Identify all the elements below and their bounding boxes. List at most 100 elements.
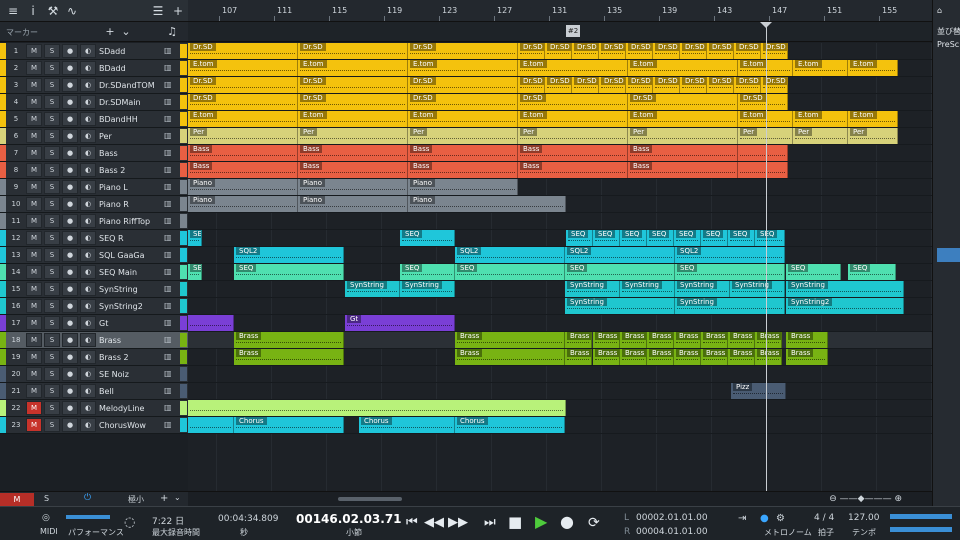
- clip[interactable]: SEQ: [455, 264, 565, 280]
- track-monitor-button[interactable]: ◐: [80, 265, 96, 279]
- clip[interactable]: Chorus: [455, 417, 565, 433]
- clip[interactable]: SynString: [620, 281, 675, 297]
- track-header[interactable]: 22 M S ● ◐ MelodyLine ▥: [0, 400, 188, 417]
- clip[interactable]: Per: [793, 128, 848, 144]
- clip[interactable]: E.tom: [188, 60, 298, 76]
- track-header[interactable]: 19 M S ● ◐ Brass 2 ▥: [0, 349, 188, 366]
- instrument-icon[interactable]: ▥: [164, 216, 172, 225]
- clip[interactable]: Dr.SD: [545, 77, 572, 93]
- automation-curve-icon[interactable]: ∿: [64, 3, 80, 19]
- track-lane[interactable]: [188, 315, 932, 332]
- clip[interactable]: SQL2: [455, 247, 565, 263]
- clip[interactable]: Dr.SD: [707, 43, 734, 59]
- clip[interactable]: SynString: [675, 281, 730, 297]
- clip[interactable]: E.tom: [518, 60, 628, 76]
- track-name[interactable]: MelodyLine: [99, 404, 144, 413]
- clip[interactable]: SEQ: [701, 230, 728, 246]
- instrument-icon[interactable]: ▥: [164, 182, 172, 191]
- clip[interactable]: Brass: [755, 349, 782, 365]
- instrument-icon[interactable]: ▥: [164, 80, 172, 89]
- clip[interactable]: SEQ: [400, 264, 455, 280]
- clip[interactable]: Brass: [674, 332, 701, 348]
- track-header[interactable]: 10 M S ● ◐ Piano R ▥: [0, 196, 188, 213]
- track-monitor-button[interactable]: ◐: [80, 163, 96, 177]
- clip[interactable]: E.tom: [298, 60, 408, 76]
- clip[interactable]: Brass: [728, 349, 755, 365]
- clip[interactable]: [738, 145, 788, 161]
- clip[interactable]: Brass: [786, 332, 828, 348]
- clip[interactable]: Brass: [786, 349, 828, 365]
- track-header[interactable]: 6 M S ● ◐ Per ▥: [0, 128, 188, 145]
- track-solo-button[interactable]: S: [44, 180, 60, 194]
- track-monitor-button[interactable]: ◐: [80, 282, 96, 296]
- track-solo-button[interactable]: S: [44, 78, 60, 92]
- clip[interactable]: [188, 315, 234, 331]
- track-solo-button[interactable]: S: [44, 265, 60, 279]
- clip[interactable]: E.tom: [518, 111, 628, 127]
- track-name[interactable]: Dr.SDMain: [99, 98, 141, 107]
- track-monitor-button[interactable]: ◐: [80, 231, 96, 245]
- clip[interactable]: Brass: [620, 349, 647, 365]
- instrument-icon[interactable]: ▥: [164, 250, 172, 259]
- horizontal-scrollbar[interactable]: ⊖ ——◆——— ⊕: [188, 491, 932, 506]
- clip[interactable]: SynString: [565, 298, 675, 314]
- track-mute-button[interactable]: M: [26, 418, 42, 432]
- clip[interactable]: Brass: [647, 349, 674, 365]
- track-record-button[interactable]: ●: [62, 384, 78, 398]
- clip[interactable]: SEQ: [674, 230, 701, 246]
- track-record-button[interactable]: ●: [62, 44, 78, 58]
- clip[interactable]: SQL2: [234, 247, 344, 263]
- clip[interactable]: SynString: [675, 298, 785, 314]
- clip[interactable]: E.tom: [188, 111, 298, 127]
- track-record-button[interactable]: ●: [62, 282, 78, 296]
- clip[interactable]: Pizz: [731, 383, 786, 399]
- track-lane[interactable]: [188, 213, 932, 230]
- track-solo-button[interactable]: S: [44, 61, 60, 75]
- clip[interactable]: Dr.SD: [298, 43, 408, 59]
- track-header[interactable]: 4 M S ● ◐ Dr.SDMain ▥: [0, 94, 188, 111]
- track-name[interactable]: Bass: [99, 149, 118, 158]
- note-icon[interactable]: ♫: [166, 25, 178, 39]
- track-monitor-button[interactable]: ◐: [80, 129, 96, 143]
- track-mute-button[interactable]: M: [26, 265, 42, 279]
- track-monitor-button[interactable]: ◐: [80, 401, 96, 415]
- track-name[interactable]: Piano RiffTop: [99, 217, 150, 226]
- return-to-zero-icon[interactable]: ⏮: [406, 515, 418, 530]
- clip[interactable]: Dr.SD: [626, 77, 653, 93]
- time-signature-value[interactable]: 4 / 4: [814, 513, 834, 523]
- power-icon[interactable]: ⏻: [84, 493, 91, 503]
- clip[interactable]: SEQ: [848, 264, 896, 280]
- clip[interactable]: Brass: [593, 349, 620, 365]
- track-record-button[interactable]: ●: [62, 95, 78, 109]
- track-header[interactable]: 1 M S ● ◐ SDadd ▥: [0, 43, 188, 60]
- preset-label[interactable]: PreSc: [937, 40, 959, 49]
- instrument-icon[interactable]: ▥: [164, 403, 172, 412]
- track-monitor-button[interactable]: ◐: [80, 418, 96, 432]
- track-monitor-button[interactable]: ◐: [80, 384, 96, 398]
- timeline-ruler[interactable]: 107 111 115 119 123 127 131 135 139 143 147 151 155: [188, 0, 932, 22]
- clip[interactable]: E.tom: [793, 111, 848, 127]
- zoom-slider[interactable]: ⊖ ——◆——— ⊕: [829, 494, 902, 504]
- track-header[interactable]: 20 M S ● ◐ SE Noiz ▥: [0, 366, 188, 383]
- track-monitor-button[interactable]: ◐: [80, 333, 96, 347]
- track-name[interactable]: Gt: [99, 319, 108, 328]
- track-solo-button[interactable]: S: [44, 163, 60, 177]
- instrument-icon[interactable]: ▥: [164, 46, 172, 55]
- home-icon[interactable]: ⌂: [937, 6, 942, 15]
- scrollbar-thumb[interactable]: [338, 497, 402, 501]
- clip[interactable]: Dr.SD: [518, 94, 628, 110]
- clip[interactable]: Dr.SD: [518, 77, 545, 93]
- clip[interactable]: E.tom: [408, 111, 518, 127]
- track-monitor-button[interactable]: ◐: [80, 350, 96, 364]
- track-record-button[interactable]: ●: [62, 231, 78, 245]
- track-header[interactable]: 13 M S ● ◐ SQL GaaGa ▥: [0, 247, 188, 264]
- clip[interactable]: Dr.SD: [680, 77, 707, 93]
- clip[interactable]: Gt: [345, 315, 455, 331]
- clip[interactable]: Brass: [755, 332, 782, 348]
- metronome-toggle-icon[interactable]: ●: [760, 513, 769, 524]
- global-mute-button[interactable]: M: [0, 493, 34, 506]
- track-mute-button[interactable]: M: [26, 333, 42, 347]
- clip[interactable]: Dr.SD: [599, 77, 626, 93]
- track-record-button[interactable]: ●: [62, 146, 78, 160]
- track-name[interactable]: Bass 2: [99, 166, 125, 175]
